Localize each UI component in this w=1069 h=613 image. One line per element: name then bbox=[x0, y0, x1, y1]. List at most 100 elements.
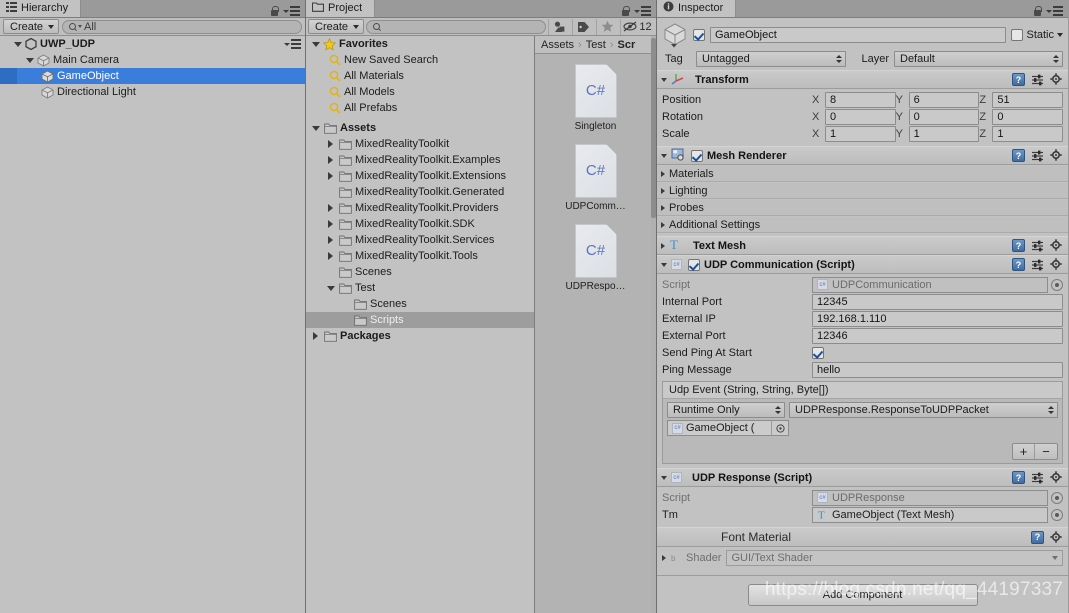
position-y[interactable]: Y6 bbox=[896, 91, 980, 108]
rotation-z-input[interactable]: 0 bbox=[992, 108, 1064, 125]
project-tree-item[interactable]: Packages bbox=[306, 328, 534, 344]
gameobject-name-input[interactable]: GameObject bbox=[710, 27, 1007, 43]
favorites-star-icon[interactable] bbox=[596, 18, 618, 35]
project-tree-item[interactable]: Scenes bbox=[306, 296, 534, 312]
chevron-right-icon[interactable] bbox=[325, 252, 336, 260]
position-z-input[interactable]: 51 bbox=[992, 91, 1064, 108]
tab-inspector[interactable]: Inspector bbox=[657, 0, 737, 17]
gear-icon[interactable] bbox=[1050, 471, 1063, 484]
chevron-right-icon[interactable] bbox=[325, 156, 336, 164]
lock-icon[interactable] bbox=[621, 6, 630, 16]
external-port-input[interactable]: 12346 bbox=[812, 327, 1063, 344]
event-function-dropdown[interactable]: UDPResponse.ResponseToUDPPacket bbox=[789, 402, 1058, 418]
chevron-down-icon[interactable] bbox=[661, 475, 667, 480]
add-component-button[interactable]: Add Component bbox=[747, 583, 978, 606]
project-tree-item[interactable]: Test bbox=[306, 280, 534, 296]
asset-item[interactable]: C# UDPRespo… bbox=[554, 224, 638, 292]
chevron-down-icon[interactable] bbox=[26, 57, 34, 63]
project-tree-item[interactable]: MixedRealityToolkit.Extensions bbox=[306, 168, 534, 184]
lock-icon[interactable] bbox=[270, 6, 279, 16]
mesh-renderer-section-materials[interactable]: Materials bbox=[657, 166, 1068, 182]
static-toggle[interactable]: Static bbox=[1011, 29, 1063, 41]
chevron-down-icon[interactable] bbox=[325, 285, 336, 291]
position-z[interactable]: Z 51 bbox=[979, 91, 1064, 108]
hierarchy-item-gameobject[interactable]: GameObject bbox=[0, 68, 305, 84]
chevron-right-icon[interactable] bbox=[325, 220, 336, 228]
help-icon[interactable]: ? bbox=[1012, 258, 1025, 271]
send-ping-checkbox[interactable] bbox=[812, 346, 824, 359]
preset-icon[interactable] bbox=[1031, 150, 1044, 162]
scale-z-input[interactable]: 1 bbox=[992, 125, 1064, 142]
chevron-down-icon[interactable] bbox=[312, 41, 320, 47]
scale-y[interactable]: Y1 bbox=[896, 125, 980, 142]
udp-communication-enabled-checkbox[interactable] bbox=[688, 258, 700, 271]
scale-z[interactable]: Z1 bbox=[979, 125, 1064, 142]
chevron-right-icon[interactable] bbox=[310, 332, 321, 340]
internal-port-input[interactable]: 12345 bbox=[812, 293, 1063, 310]
help-icon[interactable]: ? bbox=[1012, 149, 1025, 162]
chevron-down-icon[interactable] bbox=[661, 77, 667, 82]
tag-dropdown[interactable]: Untagged bbox=[696, 51, 846, 67]
chevron-right-icon[interactable] bbox=[661, 204, 665, 211]
text-mesh-component-header[interactable]: T Text Mesh ? bbox=[657, 236, 1068, 255]
project-tree-item[interactable]: MixedRealityToolkit.Tools bbox=[306, 248, 534, 264]
project-tree-item[interactable]: MixedRealityToolkit.SDK bbox=[306, 216, 534, 232]
event-target-object-field[interactable]: c# GameObject ( bbox=[667, 420, 789, 436]
object-picker-icon[interactable] bbox=[771, 421, 788, 435]
shader-dropdown[interactable]: GUI/Text Shader bbox=[726, 550, 1063, 566]
chevron-right-icon[interactable] bbox=[661, 221, 665, 228]
chevron-right-icon[interactable] bbox=[661, 187, 665, 194]
hierarchy-menu-icon[interactable] bbox=[283, 6, 300, 16]
chevron-right-icon[interactable] bbox=[325, 204, 336, 212]
external-ip-input[interactable]: 192.168.1.110 bbox=[812, 310, 1063, 327]
chevron-right-icon[interactable] bbox=[661, 242, 665, 249]
chevron-down-icon[interactable] bbox=[310, 125, 321, 131]
help-icon[interactable]: ? bbox=[1012, 73, 1025, 86]
chevron-down-icon[interactable] bbox=[661, 153, 667, 158]
tab-hierarchy[interactable]: Hierarchy bbox=[0, 0, 82, 17]
gameobject-enabled-checkbox[interactable] bbox=[693, 29, 705, 41]
mesh-renderer-component-header[interactable]: Mesh Renderer ? bbox=[657, 146, 1068, 165]
event-add-button[interactable]: + bbox=[1013, 444, 1035, 459]
gear-icon[interactable] bbox=[1050, 73, 1063, 86]
help-icon[interactable]: ? bbox=[1012, 471, 1025, 484]
static-checkbox[interactable] bbox=[1011, 29, 1024, 41]
hierarchy-item-directional-light[interactable]: Directional Light bbox=[0, 84, 305, 100]
lock-icon[interactable] bbox=[1033, 6, 1042, 16]
project-tree-item[interactable]: MixedRealityToolkit.Examples bbox=[306, 152, 534, 168]
filter-by-type-icon[interactable] bbox=[548, 18, 570, 35]
project-tree-item[interactable]: Scenes bbox=[306, 264, 534, 280]
project-favorite-item[interactable]: New Saved Search bbox=[306, 52, 534, 68]
layer-dropdown[interactable]: Default bbox=[894, 51, 1063, 67]
breadcrumb-item-scripts[interactable]: Scr bbox=[618, 39, 636, 51]
breadcrumb-item-test[interactable]: Test bbox=[586, 39, 606, 51]
hierarchy-item-uwp-udp[interactable]: UWP_UDP bbox=[0, 36, 305, 52]
chevron-right-icon[interactable] bbox=[325, 172, 336, 180]
udp-response-component-header[interactable]: c# UDP Response (Script) ? bbox=[657, 468, 1068, 487]
project-search-input[interactable] bbox=[366, 19, 546, 34]
object-picker-icon[interactable] bbox=[1051, 491, 1063, 504]
project-tree-item[interactable]: Scripts bbox=[306, 312, 534, 328]
filter-by-label-icon[interactable] bbox=[572, 18, 594, 35]
project-tree-item[interactable]: MixedRealityToolkit.Generated bbox=[306, 184, 534, 200]
project-favorite-item[interactable]: All Models bbox=[306, 84, 534, 100]
project-tree-item[interactable]: MixedRealityToolkit.Services bbox=[306, 232, 534, 248]
chevron-down-icon[interactable] bbox=[661, 262, 667, 267]
gear-icon[interactable] bbox=[1050, 239, 1063, 252]
rotation-z[interactable]: Z0 bbox=[979, 108, 1064, 125]
gear-icon[interactable] bbox=[1050, 258, 1063, 271]
rotation-x-input[interactable]: 0 bbox=[825, 108, 896, 125]
gear-icon[interactable] bbox=[1050, 149, 1063, 162]
project-tree-item[interactable]: Assets bbox=[306, 120, 534, 136]
hidden-assets-count[interactable]: 12 bbox=[620, 18, 654, 35]
chevron-down-icon[interactable] bbox=[1057, 33, 1063, 37]
asset-browser-scrollbar[interactable] bbox=[651, 36, 656, 613]
project-create-button[interactable]: Create bbox=[308, 19, 365, 34]
udp-communication-component-header[interactable]: c# UDP Communication (Script) ? bbox=[657, 255, 1068, 274]
chevron-right-icon[interactable] bbox=[325, 140, 336, 148]
position-x[interactable]: X8 bbox=[812, 91, 896, 108]
scale-y-input[interactable]: 1 bbox=[908, 125, 980, 142]
gear-icon[interactable] bbox=[1050, 530, 1063, 544]
project-tree-item[interactable]: MixedRealityToolkit.Providers bbox=[306, 200, 534, 216]
chevron-right-icon[interactable] bbox=[662, 555, 666, 561]
